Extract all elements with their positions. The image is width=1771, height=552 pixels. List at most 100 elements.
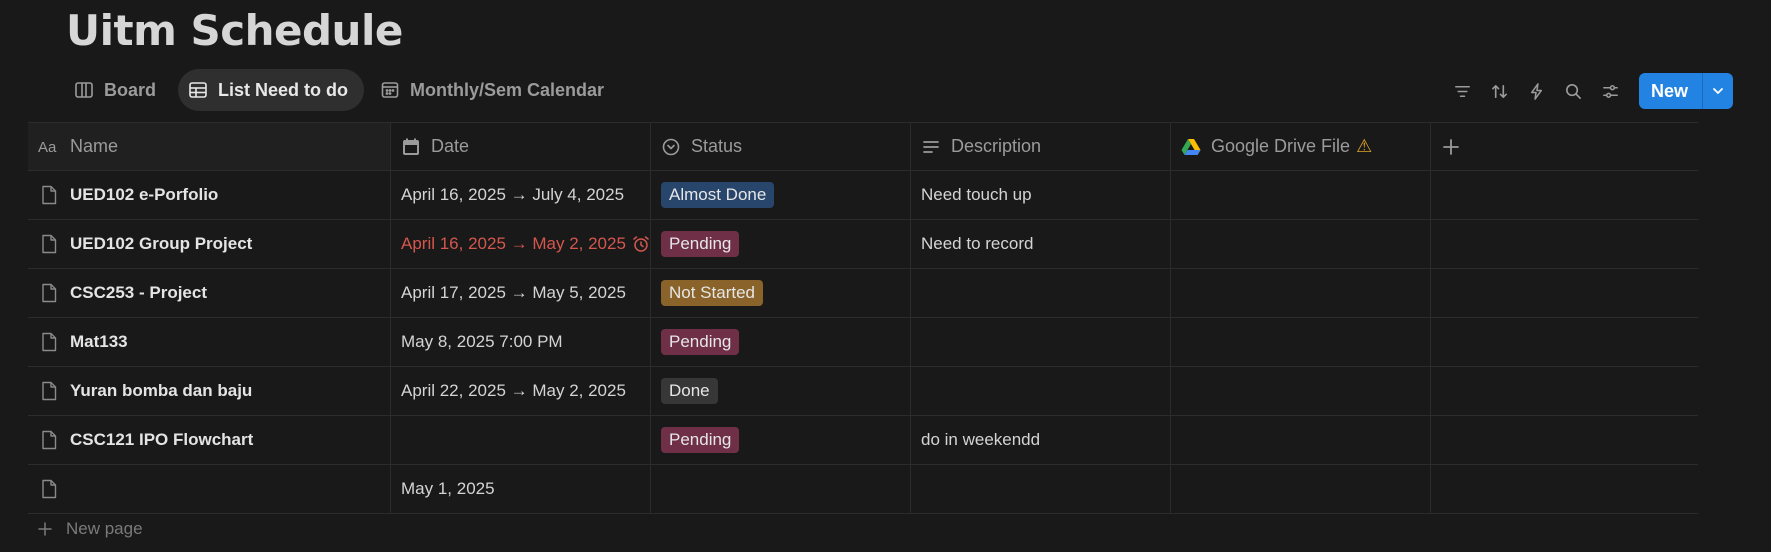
- new-dropdown-button[interactable]: [1702, 73, 1733, 109]
- new-page-label: New page: [66, 519, 143, 538]
- row-title[interactable]: Mat133: [70, 332, 128, 352]
- cell-google-drive-file[interactable]: [1171, 220, 1431, 268]
- table-body: UED102 e-Porfolio April 16, 2025 → July 4…: [28, 171, 1698, 514]
- filter-button[interactable]: [1444, 73, 1481, 109]
- cell-status[interactable]: Pending: [651, 220, 911, 268]
- cell-name[interactable]: Yuran bomba dan baju: [28, 367, 391, 415]
- cell-google-drive-file[interactable]: [1171, 416, 1431, 464]
- cell-google-drive-file[interactable]: [1171, 318, 1431, 366]
- cell-description[interactable]: [911, 465, 1171, 513]
- table-row[interactable]: Yuran bomba dan baju April 22, 2025 → May…: [28, 367, 1698, 416]
- cell-status[interactable]: Pending: [651, 416, 911, 464]
- view-tab-monthly-sem-calendar[interactable]: Monthly/Sem Calendar: [370, 69, 620, 111]
- cell-empty: [1431, 220, 1698, 268]
- cell-google-drive-file[interactable]: [1171, 171, 1431, 219]
- cell-status[interactable]: Pending: [651, 318, 911, 366]
- table-header-row: Aa Name Date Status Description Google D…: [28, 122, 1698, 171]
- date-value: May 8, 2025 7:00 PM: [401, 332, 563, 351]
- cell-description[interactable]: [911, 367, 1171, 415]
- view-settings-button[interactable]: [1592, 73, 1629, 109]
- table-row[interactable]: Mat133 May 8, 2025 7:00 PM Pending: [28, 318, 1698, 367]
- cell-name[interactable]: Mat133: [28, 318, 391, 366]
- calendar-icon: [381, 82, 399, 98]
- cell-date[interactable]: May 8, 2025 7:00 PM: [391, 318, 651, 366]
- row-title[interactable]: Yuran bomba dan baju: [70, 381, 252, 401]
- date-value: May 1, 2025: [401, 479, 495, 498]
- cell-description[interactable]: [911, 269, 1171, 317]
- row-title[interactable]: CSC253 - Project: [70, 283, 207, 303]
- cell-status[interactable]: Done: [651, 367, 911, 415]
- settings-icon: [1603, 84, 1618, 98]
- row-title[interactable]: CSC121 IPO Flowchart: [70, 430, 253, 450]
- cell-description[interactable]: Need touch up: [911, 171, 1171, 219]
- description-value: do in weekendd: [921, 430, 1041, 449]
- search-icon: [1566, 83, 1581, 99]
- cell-name[interactable]: UED102 Group Project: [28, 220, 391, 268]
- cell-date[interactable]: April 16, 2025 → July 4, 2025: [391, 171, 651, 219]
- page-icon: [42, 234, 57, 254]
- column-header-google-drive-file[interactable]: Google Drive File ⚠: [1171, 123, 1431, 170]
- chevron-down-icon: [1713, 88, 1723, 94]
- cell-name[interactable]: UED102 e-Porfolio: [28, 171, 391, 219]
- new-page-button[interactable]: New page: [38, 519, 143, 539]
- column-header-name[interactable]: Aa Name: [28, 123, 391, 170]
- calendar-icon: [403, 138, 419, 155]
- alarm-clock-icon: [633, 236, 649, 252]
- cell-date[interactable]: [391, 416, 651, 464]
- cell-description[interactable]: Need to record: [911, 220, 1171, 268]
- database-table: Aa Name Date Status Description Google D…: [28, 122, 1698, 514]
- view-tab-list-need-to-do[interactable]: List Need to do: [178, 69, 365, 111]
- status-badge: Not Started: [661, 280, 763, 306]
- table-row[interactable]: May 1, 2025: [28, 465, 1698, 514]
- row-title[interactable]: UED102 e-Porfolio: [70, 185, 218, 205]
- plus-icon: [38, 522, 52, 536]
- cell-google-drive-file[interactable]: [1171, 269, 1431, 317]
- text-lines-icon: [923, 140, 939, 153]
- cell-description[interactable]: do in weekendd: [911, 416, 1171, 464]
- automation-button[interactable]: [1518, 73, 1555, 109]
- cell-date[interactable]: April 16, 2025 → May 2, 2025: [391, 220, 651, 268]
- cell-date[interactable]: May 1, 2025: [391, 465, 651, 513]
- search-button[interactable]: [1555, 73, 1592, 109]
- view-tab-label: Monthly/Sem Calendar: [410, 79, 605, 100]
- plus-icon[interactable]: [1441, 137, 1461, 157]
- cell-date[interactable]: April 17, 2025 → May 5, 2025: [391, 269, 651, 317]
- table-row[interactable]: CSC121 IPO Flowchart Pending do in weekend…: [28, 416, 1698, 465]
- warning-icon: ⚠: [1356, 136, 1373, 156]
- table-row[interactable]: UED102 Group Project April 16, 2025 → May…: [28, 220, 1698, 269]
- view-tab-board[interactable]: Board: [64, 69, 172, 111]
- text-icon: Aa: [38, 139, 57, 156]
- cell-google-drive-file[interactable]: [1171, 367, 1431, 415]
- column-header-label: Description: [951, 136, 1042, 156]
- table-row[interactable]: CSC253 - Project April 17, 2025 → May 5, …: [28, 269, 1698, 318]
- column-header-date[interactable]: Date: [391, 123, 651, 170]
- new-button[interactable]: New: [1639, 73, 1702, 109]
- cell-name[interactable]: CSC121 IPO Flowchart: [28, 416, 391, 464]
- view-tabs: Board List Need to do Monthly/Sem Calend…: [64, 69, 620, 111]
- description-value: Need touch up: [921, 185, 1032, 204]
- row-title[interactable]: UED102 Group Project: [70, 234, 252, 254]
- cell-empty: [1431, 416, 1698, 464]
- cell-status[interactable]: Almost Done: [651, 171, 911, 219]
- cell-name[interactable]: [28, 465, 391, 513]
- cell-status[interactable]: [651, 465, 911, 513]
- status-badge: Done: [661, 378, 718, 404]
- table-row[interactable]: UED102 e-Porfolio April 16, 2025 → July 4…: [28, 171, 1698, 220]
- column-header-status[interactable]: Status: [651, 123, 911, 170]
- column-header-description[interactable]: Description: [911, 123, 1171, 170]
- description-value: Need to record: [921, 234, 1034, 253]
- column-header-label: Google Drive File: [1211, 136, 1351, 156]
- page-icon: [42, 479, 57, 499]
- page-icon: [42, 185, 57, 205]
- cell-google-drive-file[interactable]: [1171, 465, 1431, 513]
- cell-date[interactable]: April 22, 2025 → May 2, 2025: [391, 367, 651, 415]
- cell-status[interactable]: Not Started: [651, 269, 911, 317]
- page-title[interactable]: Uitm Schedule: [66, 6, 403, 55]
- page-icon: [42, 430, 57, 450]
- sort-button[interactable]: [1481, 73, 1518, 109]
- cell-description[interactable]: [911, 318, 1171, 366]
- cell-name[interactable]: CSC253 - Project: [28, 269, 391, 317]
- toolbar: New: [1444, 73, 1733, 109]
- status-icon: [662, 138, 680, 155]
- column-header-label: Name: [70, 136, 119, 156]
